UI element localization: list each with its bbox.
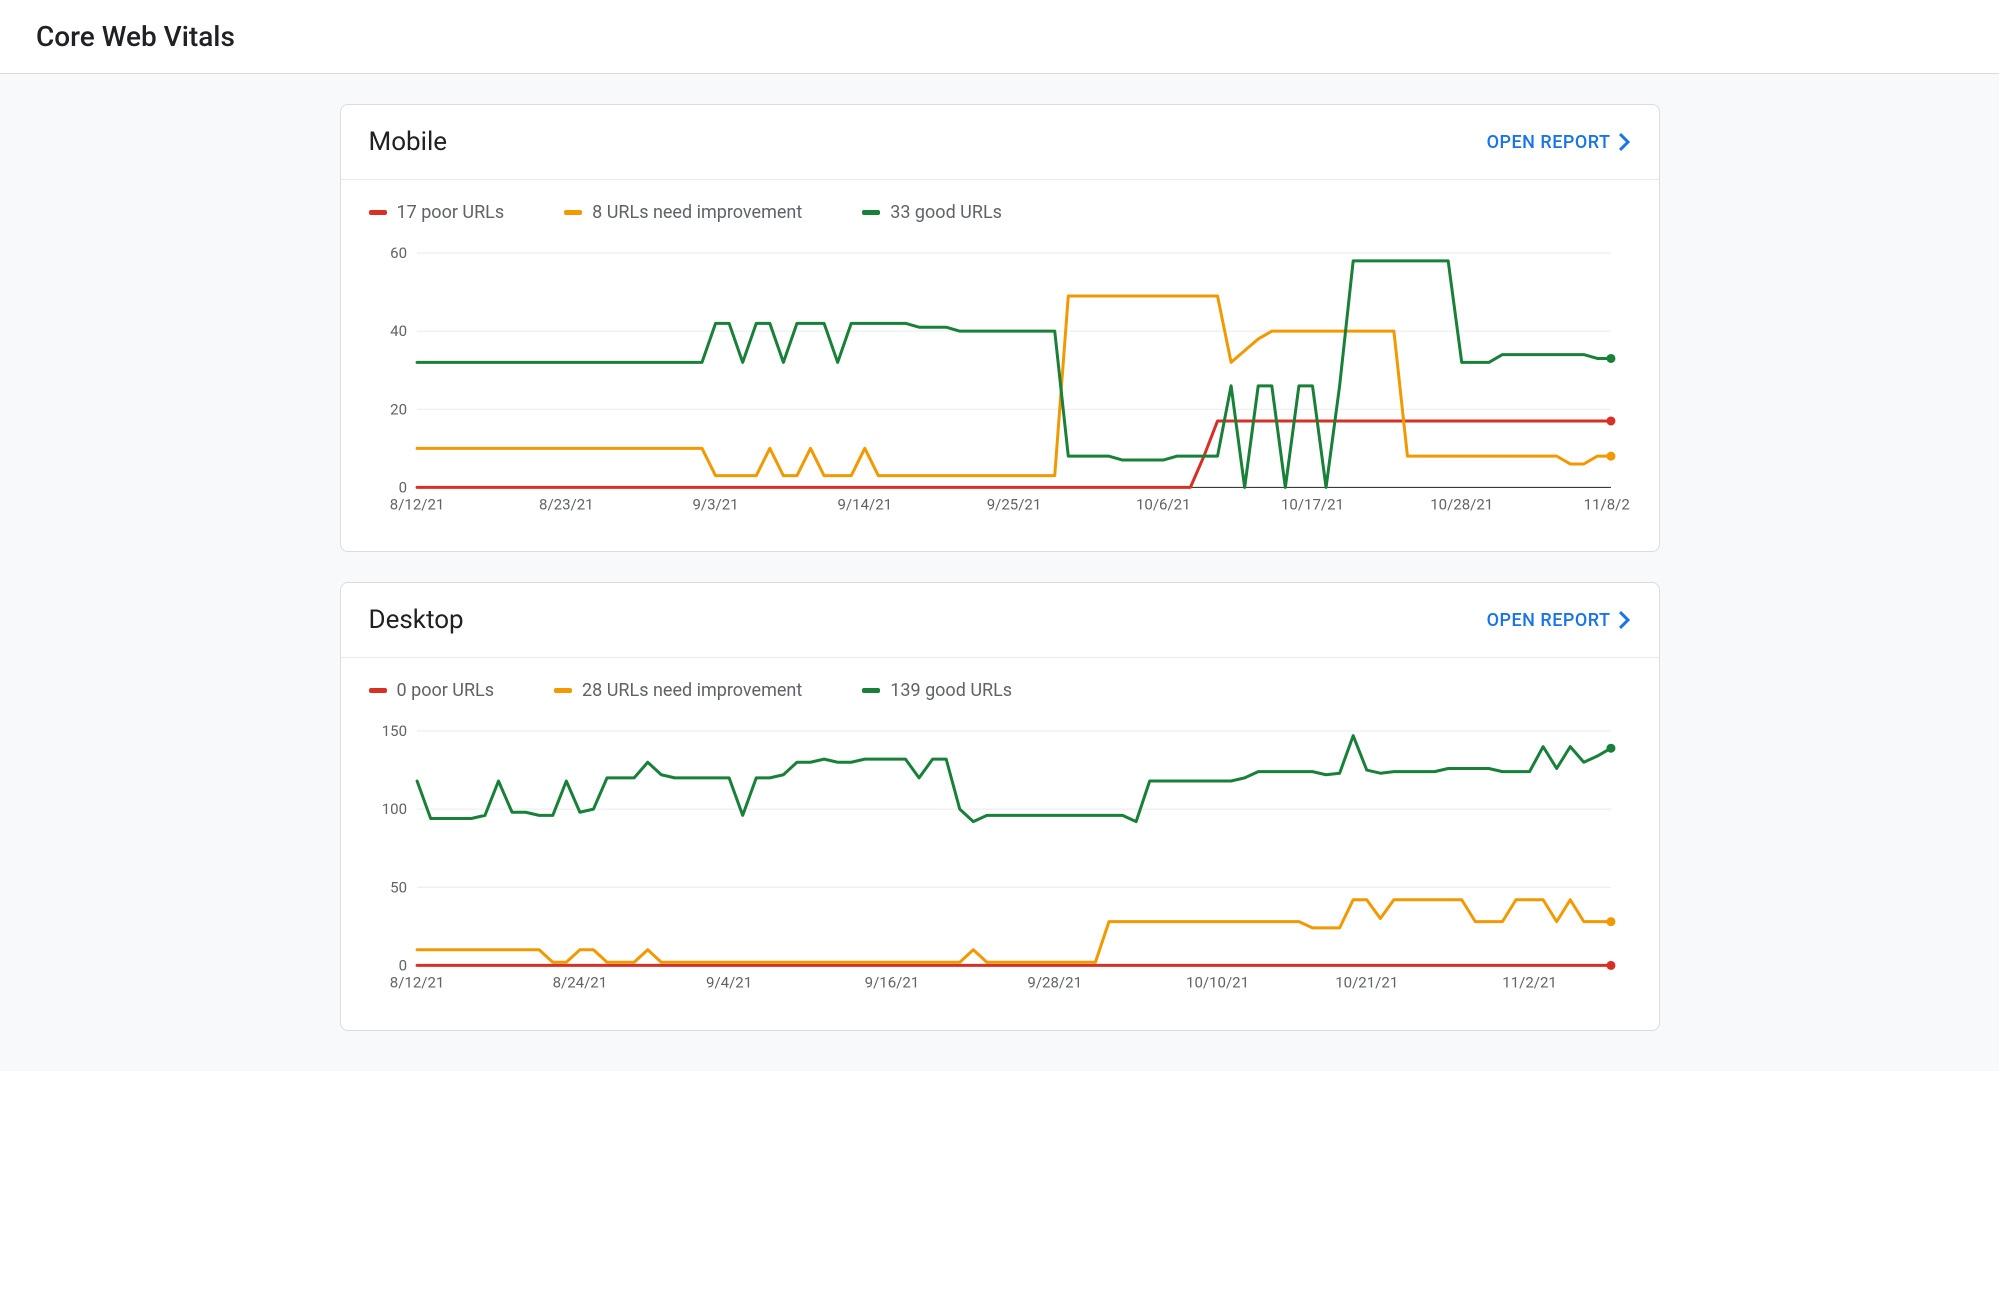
swatch-good [862,688,880,693]
swatch-poor [369,688,387,693]
legend-item-good: 33 good URLs [862,202,1002,223]
svg-text:11/8/21: 11/8/21 [1583,495,1630,513]
legend-item-improve: 28 URLs need improvement [554,680,802,701]
svg-text:10/6/21: 10/6/21 [1135,495,1190,513]
svg-text:8/23/21: 8/23/21 [539,495,594,513]
svg-text:8/24/21: 8/24/21 [552,974,607,992]
svg-text:50: 50 [390,879,407,897]
swatch-improve [564,210,582,215]
svg-text:0: 0 [398,478,406,496]
open-report-label: OPEN REPORT [1487,610,1611,631]
legend-mobile: 17 poor URLs 8 URLs need improvement 33 … [341,180,1659,233]
svg-text:9/3/21: 9/3/21 [692,495,738,513]
page-header: Core Web Vitals [0,0,1999,74]
svg-text:11/2/21: 11/2/21 [1502,974,1557,992]
svg-text:9/14/21: 9/14/21 [837,495,892,513]
open-report-button-desktop[interactable]: OPEN REPORT [1487,610,1631,631]
svg-text:20: 20 [390,400,407,418]
card-mobile: Mobile OPEN REPORT 17 poor URLs 8 URLs n… [340,104,1660,552]
svg-text:10/10/21: 10/10/21 [1186,974,1249,992]
chevron-right-icon [1619,133,1631,151]
swatch-poor [369,210,387,215]
card-header-mobile: Mobile OPEN REPORT [341,105,1659,179]
legend-item-poor: 0 poor URLs [369,680,495,701]
legend-label-good: 139 good URLs [890,680,1012,701]
svg-text:9/16/21: 9/16/21 [864,974,919,992]
svg-text:0: 0 [398,957,406,975]
chart-mobile: 0 20 40 60 8/12/21 8/23/21 9/3/21 9/14/21 9/25/2… [341,233,1659,551]
svg-text:10/28/21: 10/28/21 [1430,495,1493,513]
swatch-improve [554,688,572,693]
svg-text:150: 150 [381,722,406,740]
legend-label-improve: 28 URLs need improvement [582,680,802,701]
legend-item-improve: 8 URLs need improvement [564,202,802,223]
legend-label-poor: 17 poor URLs [397,202,505,223]
svg-text:100: 100 [381,801,406,819]
swatch-good [862,210,880,215]
svg-text:10/17/21: 10/17/21 [1280,495,1343,513]
legend-label-poor: 0 poor URLs [397,680,495,701]
svg-text:60: 60 [390,244,407,262]
open-report-button-mobile[interactable]: OPEN REPORT [1487,132,1631,153]
content-area: Mobile OPEN REPORT 17 poor URLs 8 URLs n… [0,74,1999,1071]
legend-label-good: 33 good URLs [890,202,1002,223]
chart-svg-mobile: 0 20 40 60 8/12/21 8/23/21 9/3/21 9/14/21 9/25/2… [369,243,1631,523]
svg-text:8/12/21: 8/12/21 [389,495,444,513]
chart-svg-desktop: 0 50 100 150 8/12/21 8/24/21 9/4/21 9/16/21 9/28… [369,721,1631,1001]
legend-item-good: 139 good URLs [862,680,1012,701]
legend-item-poor: 17 poor URLs [369,202,505,223]
legend-desktop: 0 poor URLs 28 URLs need improvement 139… [341,658,1659,711]
card-title-desktop: Desktop [369,605,464,635]
svg-text:10/21/21: 10/21/21 [1335,974,1398,992]
svg-text:40: 40 [390,322,407,340]
chart-desktop: 0 50 100 150 8/12/21 8/24/21 9/4/21 9/16/21 9/28… [341,711,1659,1029]
svg-text:9/4/21: 9/4/21 [706,974,752,992]
svg-text:9/25/21: 9/25/21 [986,495,1041,513]
svg-text:8/12/21: 8/12/21 [389,974,444,992]
card-title-mobile: Mobile [369,127,448,157]
open-report-label: OPEN REPORT [1487,132,1611,153]
card-desktop: Desktop OPEN REPORT 0 poor URLs 28 URLs … [340,582,1660,1030]
legend-label-improve: 8 URLs need improvement [592,202,802,223]
card-header-desktop: Desktop OPEN REPORT [341,583,1659,657]
page-title: Core Web Vitals [36,20,1963,53]
chevron-right-icon [1619,611,1631,629]
svg-text:9/28/21: 9/28/21 [1027,974,1082,992]
